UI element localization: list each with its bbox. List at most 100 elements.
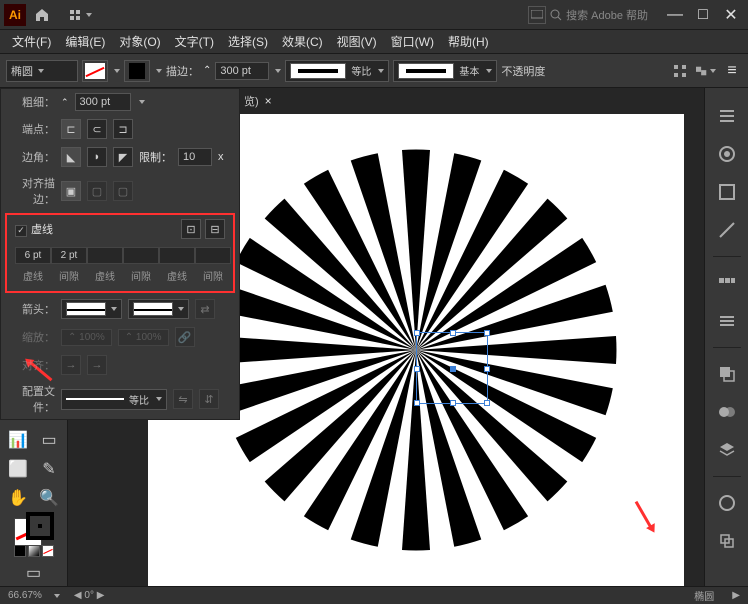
stroke-label: 描边：: [166, 63, 199, 79]
profile-select[interactable]: 等比: [61, 389, 167, 410]
artboards-icon[interactable]: [715, 529, 739, 553]
dash-3[interactable]: [159, 247, 195, 264]
menu-bar: 文件(F) 编辑(E) 对象(O) 文字(T) 选择(S) 效果(C) 视图(V…: [0, 30, 748, 54]
hand-tool[interactable]: ✋: [4, 485, 32, 511]
limit-input[interactable]: [178, 148, 212, 166]
menu-select[interactable]: 选择(S): [222, 31, 274, 52]
align-center[interactable]: ▣: [61, 181, 81, 201]
home-icon[interactable]: [32, 5, 52, 25]
swatches-icon[interactable]: [715, 180, 739, 204]
minimize-button[interactable]: —: [662, 5, 688, 25]
stroke-swatch[interactable]: [124, 60, 150, 82]
menu-icon[interactable]: ≡: [722, 61, 742, 81]
dash-align-2[interactable]: ⊟: [205, 219, 225, 239]
slice-tool[interactable]: ⬜: [4, 456, 32, 482]
align-end[interactable]: →: [87, 355, 107, 375]
corner-bevel[interactable]: ◤: [113, 147, 133, 167]
stroke-profile-select[interactable]: 等比: [285, 60, 389, 82]
screen-mode[interactable]: ▭: [20, 560, 48, 586]
menu-help[interactable]: 帮助(H): [442, 31, 495, 52]
stroke-panel: 粗细： ⌃ 端点： ⊏ ⊂ ⊐ 边角： ◣ ◗ ◤ 限制： x 对齐描边： ▣ …: [0, 88, 240, 420]
align-tip[interactable]: →: [61, 355, 81, 375]
flip-h[interactable]: ⇋: [173, 389, 193, 409]
zoom-tool[interactable]: 🔍: [35, 485, 63, 511]
menu-file[interactable]: 文件(F): [6, 31, 57, 52]
align-stroke-label: 对齐描边：: [9, 175, 55, 207]
weight-label: 粗细：: [9, 94, 55, 110]
fill-swatch[interactable]: [82, 60, 108, 82]
cap-round[interactable]: ⊂: [87, 119, 107, 139]
scale-start[interactable]: ⌃ 100%: [61, 329, 112, 346]
align-icon[interactable]: [670, 61, 690, 81]
shape-label: 椭圆: [11, 63, 33, 79]
symbols-icon[interactable]: [715, 271, 739, 295]
stroke-weight-input[interactable]: [215, 62, 269, 80]
artboard-tool[interactable]: ▭: [35, 427, 63, 453]
scale-label: 缩放：: [9, 329, 55, 345]
link-scale[interactable]: 🔗: [175, 327, 195, 347]
arrow-label: 箭头：: [9, 301, 55, 317]
search-area[interactable]: 搜索 Adobe 帮助: [550, 7, 648, 23]
menu-effect[interactable]: 效果(C): [276, 31, 329, 52]
graph-tool[interactable]: 📊: [4, 427, 32, 453]
color-icon[interactable]: [715, 142, 739, 166]
basic-label: 基本: [459, 63, 479, 78]
zoom-level[interactable]: 66.67%: [8, 590, 42, 601]
shape-select[interactable]: 椭圆: [6, 60, 78, 82]
tab-name-suffix[interactable]: 览): [244, 93, 259, 109]
cap-projecting[interactable]: ⊐: [113, 119, 133, 139]
title-bar: Ai 搜索 Adobe 帮助 — □ ✕: [0, 0, 748, 30]
arrow-end[interactable]: [128, 299, 189, 319]
menu-object[interactable]: 对象(O): [113, 31, 166, 52]
dash-1[interactable]: [15, 247, 51, 264]
arrow-start[interactable]: [61, 299, 122, 319]
gap-3[interactable]: [195, 247, 231, 264]
brushes-icon[interactable]: [715, 218, 739, 242]
cap-label: 端点：: [9, 121, 55, 137]
scale-end[interactable]: ⌃ 100%: [118, 329, 169, 346]
right-panel-column: [704, 88, 748, 586]
transparency-icon[interactable]: [715, 362, 739, 386]
close-button[interactable]: ✕: [718, 5, 744, 25]
menu-edit[interactable]: 编辑(E): [59, 31, 111, 52]
dash-align-1[interactable]: ⊡: [181, 219, 201, 239]
menu-window[interactable]: 窗口(W): [385, 31, 440, 52]
corner-round[interactable]: ◗: [87, 147, 107, 167]
corner-miter[interactable]: ◣: [61, 147, 81, 167]
dashed-checkbox[interactable]: [15, 225, 27, 237]
eyedropper-tool[interactable]: ✎: [35, 456, 63, 482]
search-placeholder: 搜索 Adobe 帮助: [566, 7, 648, 23]
brush-select[interactable]: 基本: [393, 60, 497, 82]
profile-label: 配置文件：: [9, 383, 55, 415]
layers-icon[interactable]: [715, 438, 739, 462]
swap-arrows[interactable]: ⇄: [195, 299, 215, 319]
gpu-icon[interactable]: [528, 6, 546, 24]
fill-stroke-indicator[interactable]: [14, 518, 54, 540]
tab-close[interactable]: ×: [265, 94, 272, 108]
selection-box[interactable]: [416, 332, 488, 404]
dash-2[interactable]: [87, 247, 123, 264]
flip-v[interactable]: ⇵: [199, 389, 219, 409]
menu-type[interactable]: 文字(T): [169, 31, 220, 52]
color-mode-swatches[interactable]: [14, 545, 54, 557]
appearance-icon[interactable]: [715, 491, 739, 515]
cap-butt[interactable]: ⊏: [61, 119, 81, 139]
gradient-icon[interactable]: [715, 400, 739, 424]
weight-input[interactable]: [75, 93, 131, 111]
corner-label: 边角：: [9, 149, 55, 165]
control-bar: 椭圆 描边： ⌃ 等比 基本 不透明度 ≡: [0, 54, 748, 88]
align-outside[interactable]: ▢: [113, 181, 133, 201]
gap-2[interactable]: [123, 247, 159, 264]
menu-view[interactable]: 视图(V): [331, 31, 383, 52]
maximize-button[interactable]: □: [690, 5, 716, 25]
stroke-icon[interactable]: [715, 309, 739, 333]
properties-icon[interactable]: [715, 104, 739, 128]
search-icon: [550, 9, 562, 21]
dash-inputs: [15, 247, 231, 264]
align-inside[interactable]: ▢: [87, 181, 107, 201]
annotation-arrow-2: [635, 501, 654, 530]
dashed-section-highlight: 虚线 ⊡⊟ 虚线间隙 虚线间隙 虚线间隙: [5, 213, 235, 293]
gap-1[interactable]: [51, 247, 87, 264]
transform-icon[interactable]: [696, 61, 716, 81]
document-dropdown[interactable]: [62, 6, 98, 24]
